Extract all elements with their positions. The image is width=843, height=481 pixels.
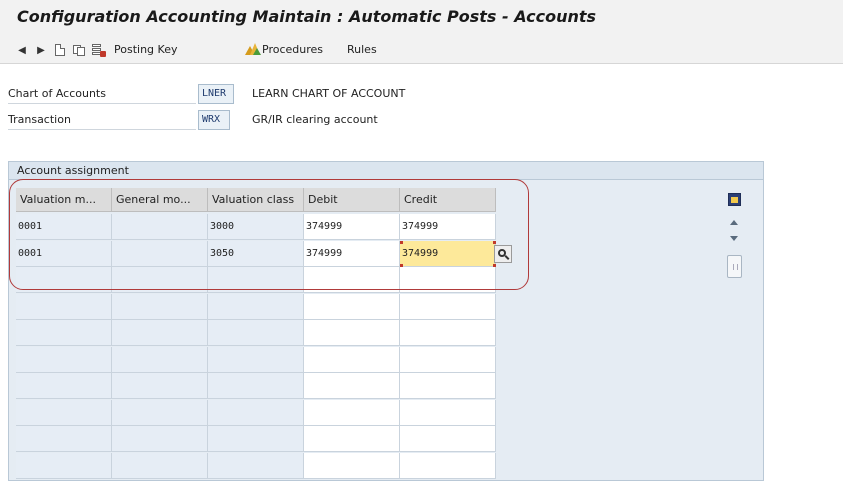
copy-icon[interactable] — [71, 41, 87, 59]
posting-key-button[interactable]: Posting Key — [114, 41, 177, 59]
table-cell[interactable] — [112, 240, 208, 267]
empty-cell[interactable] — [112, 346, 208, 373]
empty-cell[interactable] — [16, 426, 112, 452]
empty-cell[interactable] — [400, 373, 496, 399]
empty-cell[interactable] — [16, 346, 112, 373]
empty-cell[interactable] — [208, 293, 304, 320]
focus-marker — [400, 240, 403, 244]
delete-icon[interactable] — [90, 41, 106, 59]
column-header[interactable]: Debit — [304, 188, 400, 212]
chart-of-accounts-description: LEARN CHART OF ACCOUNT — [252, 87, 406, 100]
empty-cell[interactable] — [208, 346, 304, 373]
table-cell[interactable]: 0001 — [16, 240, 112, 267]
column-header[interactable]: Valuation class — [208, 188, 304, 212]
empty-cell[interactable] — [400, 320, 496, 346]
procedures-icon — [245, 43, 261, 55]
empty-cell[interactable] — [112, 426, 208, 452]
new-entries-icon[interactable] — [52, 41, 68, 59]
application-toolbar: ◀ ▶ Posting Key Procedures Rules — [0, 36, 843, 64]
empty-cell[interactable] — [112, 373, 208, 399]
arrow-right-icon[interactable]: ▶ — [33, 41, 49, 59]
title-bar: Configuration Accounting Maintain : Auto… — [0, 0, 843, 36]
empty-cell[interactable] — [16, 452, 112, 479]
account-assignment-title: Account assignment — [9, 162, 763, 180]
empty-cell[interactable] — [112, 320, 208, 346]
scrollbar-thumb[interactable] — [727, 255, 742, 278]
empty-cell[interactable] — [208, 426, 304, 452]
chart-of-accounts-field[interactable]: LNER — [198, 84, 234, 104]
procedures-button[interactable]: Procedures — [245, 41, 323, 59]
table-cell[interactable]: 3000 — [208, 214, 304, 240]
scroll-up-icon[interactable] — [730, 220, 738, 225]
table-cell[interactable]: 374999 — [304, 214, 400, 240]
rules-button[interactable]: Rules — [347, 41, 377, 59]
empty-cell[interactable] — [304, 426, 400, 452]
empty-cell[interactable] — [400, 452, 496, 479]
empty-cell[interactable] — [16, 399, 112, 426]
empty-cell[interactable] — [208, 373, 304, 399]
procedures-label: Procedures — [262, 43, 323, 56]
table-cell[interactable] — [112, 214, 208, 240]
empty-cell[interactable] — [304, 320, 400, 346]
search-icon — [498, 248, 506, 257]
empty-cell[interactable] — [16, 267, 112, 293]
empty-cell[interactable] — [16, 320, 112, 346]
empty-cell[interactable] — [304, 373, 400, 399]
empty-cell[interactable] — [208, 320, 304, 346]
table-cell[interactable]: 374999 — [304, 240, 400, 267]
empty-cell[interactable] — [304, 293, 400, 320]
window-title: Configuration Accounting Maintain : Auto… — [17, 7, 597, 26]
empty-cell[interactable] — [112, 452, 208, 479]
chart-of-accounts-label: Chart of Accounts — [8, 84, 196, 104]
empty-cell[interactable] — [400, 346, 496, 373]
empty-cell[interactable] — [112, 293, 208, 320]
column-header[interactable]: Credit — [400, 188, 496, 212]
empty-cell[interactable] — [208, 452, 304, 479]
scroll-down-icon[interactable] — [730, 236, 738, 241]
empty-cell[interactable] — [112, 267, 208, 293]
arrow-left-icon[interactable]: ◀ — [14, 41, 30, 59]
empty-cell[interactable] — [304, 267, 400, 293]
empty-cell[interactable] — [208, 267, 304, 293]
empty-cell[interactable] — [400, 426, 496, 452]
empty-cell[interactable] — [400, 267, 496, 293]
focus-marker — [493, 263, 496, 267]
empty-cell[interactable] — [400, 399, 496, 426]
column-header[interactable]: Valuation m... — [16, 188, 112, 212]
empty-cell[interactable] — [304, 452, 400, 479]
table-settings-icon[interactable] — [728, 193, 741, 206]
table-cell[interactable]: 0001 — [16, 214, 112, 240]
focus-marker — [400, 263, 403, 267]
empty-cell[interactable] — [304, 346, 400, 373]
column-header[interactable]: General mo... — [112, 188, 208, 212]
search-help-button[interactable] — [494, 244, 512, 263]
table-cell[interactable]: 374999 — [400, 214, 496, 240]
empty-cell[interactable] — [16, 293, 112, 320]
transaction-label: Transaction — [8, 110, 196, 130]
empty-cell[interactable] — [304, 399, 400, 426]
transaction-description: GR/IR clearing account — [252, 113, 378, 126]
focus-marker — [493, 240, 496, 244]
empty-cell[interactable] — [400, 293, 496, 320]
empty-cell[interactable] — [16, 373, 112, 399]
empty-cell[interactable] — [208, 399, 304, 426]
table-cell[interactable]: 3050 — [208, 240, 304, 267]
table-cell[interactable]: 374999 — [400, 240, 496, 267]
empty-cell[interactable] — [112, 399, 208, 426]
transaction-field[interactable]: WRX — [198, 110, 230, 130]
